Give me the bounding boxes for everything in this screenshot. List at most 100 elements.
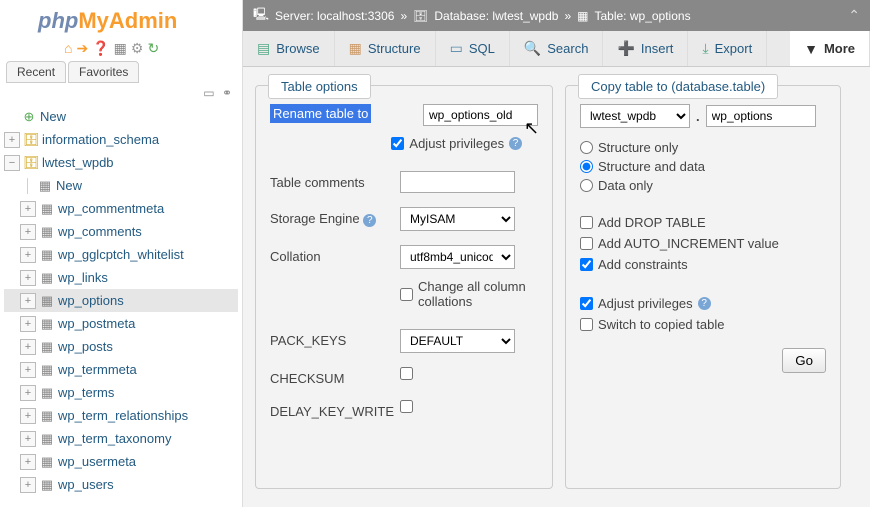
copy-db-select[interactable]: lwtest_wpdb [580, 104, 690, 128]
switch-checkbox[interactable] [580, 318, 593, 331]
search-icon: 🔍 [524, 40, 541, 57]
expand-icon[interactable]: + [20, 454, 36, 470]
tree-table-wp-term-relationships[interactable]: +▦wp_term_relationships [4, 404, 238, 427]
docs-icon[interactable]: ❓ [92, 40, 109, 57]
expand-icon[interactable]: + [4, 132, 20, 148]
tree-table-wp-commentmeta[interactable]: +▦wp_commentmeta [4, 197, 238, 220]
tree-table-wp-postmeta[interactable]: +▦wp_postmeta [4, 312, 238, 335]
tree-db-information-schema[interactable]: + 🗄 information_schema [4, 128, 238, 151]
expand-icon[interactable]: + [20, 362, 36, 378]
collation-label: Collation [270, 245, 390, 264]
checksum-checkbox[interactable] [400, 367, 413, 380]
breadcrumb-server[interactable]: Server: localhost:3306 [275, 9, 394, 23]
tree-table-wp-terms[interactable]: +▦wp_terms [4, 381, 238, 404]
collapse-icon[interactable]: − [4, 155, 20, 171]
tab-export[interactable]: ⤓Export [688, 31, 767, 66]
tree-label: New [38, 109, 66, 124]
comments-input[interactable] [400, 171, 515, 193]
tree-label: information_schema [40, 132, 159, 147]
tab-recent[interactable]: Recent [6, 61, 66, 83]
settings-icon[interactable]: ⚙ [131, 40, 144, 57]
copy-adjust-priv-checkbox[interactable] [580, 297, 593, 310]
collapse-icon[interactable]: ▭ [203, 86, 214, 100]
dot-separator: . [696, 109, 700, 124]
table-icon: ▦ [38, 408, 56, 424]
expand-icon[interactable]: + [20, 477, 36, 493]
expand-icon[interactable]: + [20, 339, 36, 355]
tree-table-wp-term-taxonomy[interactable]: +▦wp_term_taxonomy [4, 427, 238, 450]
tab-more[interactable]: ▼More [790, 31, 870, 66]
tab-search[interactable]: 🔍Search [510, 31, 604, 66]
rename-input[interactable] [423, 104, 538, 126]
radio-structure-only[interactable] [580, 141, 593, 154]
tab-sql[interactable]: ▭SQL [436, 31, 510, 66]
collation-select[interactable]: utf8mb4_unicode [400, 245, 515, 269]
pack-keys-select[interactable]: DEFAULT [400, 329, 515, 353]
sql-icon[interactable]: ▦ [114, 40, 127, 57]
tree-label: wp_usermeta [56, 454, 136, 469]
tree-new-inner[interactable]: │ ▦ New [4, 174, 238, 197]
home-icon[interactable]: ⌂ [64, 40, 72, 57]
expand-icon[interactable]: + [20, 385, 36, 401]
engine-select[interactable]: MyISAM [400, 207, 515, 231]
more-icon: ▼ [804, 41, 818, 57]
expand-icon[interactable]: + [20, 293, 36, 309]
tab-structure[interactable]: ▦Structure [335, 31, 436, 66]
main-area: 🖳 Server: localhost:3306 » 🗄 Database: l… [243, 0, 870, 507]
db-tree: ⊕ New + 🗄 information_schema − 🗄 lwtest_… [0, 103, 242, 507]
delay-checkbox[interactable] [400, 400, 413, 413]
reload-icon[interactable]: ↻ [147, 40, 159, 57]
tree-label: wp_terms [56, 385, 114, 400]
help-icon[interactable]: ? [509, 137, 522, 150]
logo[interactable]: phpMyAdmin [0, 0, 242, 38]
breadcrumb-table[interactable]: Table: wp_options [594, 9, 690, 23]
add-drop-checkbox[interactable] [580, 216, 593, 229]
link-icon[interactable]: ⚭ [222, 86, 232, 100]
table-icon: ▦ [38, 477, 56, 493]
tree-table-wp-gglcptch-whitelist[interactable]: +▦wp_gglcptch_whitelist [4, 243, 238, 266]
help-icon[interactable]: ? [363, 214, 376, 227]
change-collations-checkbox[interactable] [400, 288, 413, 301]
engine-label: Storage Engine ? [270, 207, 390, 227]
breadcrumb-database[interactable]: Database: lwtest_wpdb [434, 9, 558, 23]
radio-data-only[interactable] [580, 179, 593, 192]
tab-insert[interactable]: ➕Insert [603, 31, 688, 66]
logo-admin: Admin [109, 8, 177, 33]
radio-structure-data[interactable] [580, 160, 593, 173]
pack-keys-label: PACK_KEYS [270, 329, 390, 348]
adjust-privileges-checkbox[interactable] [391, 137, 404, 150]
tree-new-top[interactable]: ⊕ New [4, 105, 238, 128]
collapse-top-icon[interactable]: ⌃ [848, 7, 860, 24]
expand-icon[interactable]: + [20, 224, 36, 240]
tree-label: wp_links [56, 270, 108, 285]
content: Table options Rename table to ↖ Adjust p… [243, 67, 870, 507]
expand-icon[interactable]: + [20, 431, 36, 447]
expand-icon[interactable]: + [20, 316, 36, 332]
copy-table-input[interactable] [706, 105, 816, 127]
expand-icon[interactable]: + [20, 201, 36, 217]
logout-icon[interactable]: ➔ [76, 40, 88, 57]
tree-label: New [54, 178, 82, 193]
tree-table-wp-options[interactable]: +▦wp_options [4, 289, 238, 312]
tree-db-lwtest-wpdb[interactable]: − 🗄 lwtest_wpdb [4, 151, 238, 174]
tree-table-wp-users[interactable]: +▦wp_users [4, 473, 238, 496]
tree-table-wp-links[interactable]: +▦wp_links [4, 266, 238, 289]
add-constraints-checkbox[interactable] [580, 258, 593, 271]
help-icon[interactable]: ? [698, 297, 711, 310]
tab-browse[interactable]: ▤Browse [243, 31, 335, 66]
insert-icon: ➕ [617, 40, 634, 57]
tree-label: wp_posts [56, 339, 113, 354]
expand-icon[interactable]: + [20, 270, 36, 286]
table-icon: ▦ [577, 9, 588, 23]
tab-favorites[interactable]: Favorites [68, 61, 139, 83]
tree-label: wp_comments [56, 224, 142, 239]
logo-php: php [38, 8, 78, 33]
add-ai-checkbox[interactable] [580, 237, 593, 250]
tree-table-wp-termmeta[interactable]: +▦wp_termmeta [4, 358, 238, 381]
tree-table-wp-comments[interactable]: +▦wp_comments [4, 220, 238, 243]
expand-icon[interactable]: + [20, 408, 36, 424]
expand-icon[interactable]: + [20, 247, 36, 263]
go-button[interactable]: Go [782, 348, 826, 373]
tree-table-wp-posts[interactable]: +▦wp_posts [4, 335, 238, 358]
tree-table-wp-usermeta[interactable]: +▦wp_usermeta [4, 450, 238, 473]
